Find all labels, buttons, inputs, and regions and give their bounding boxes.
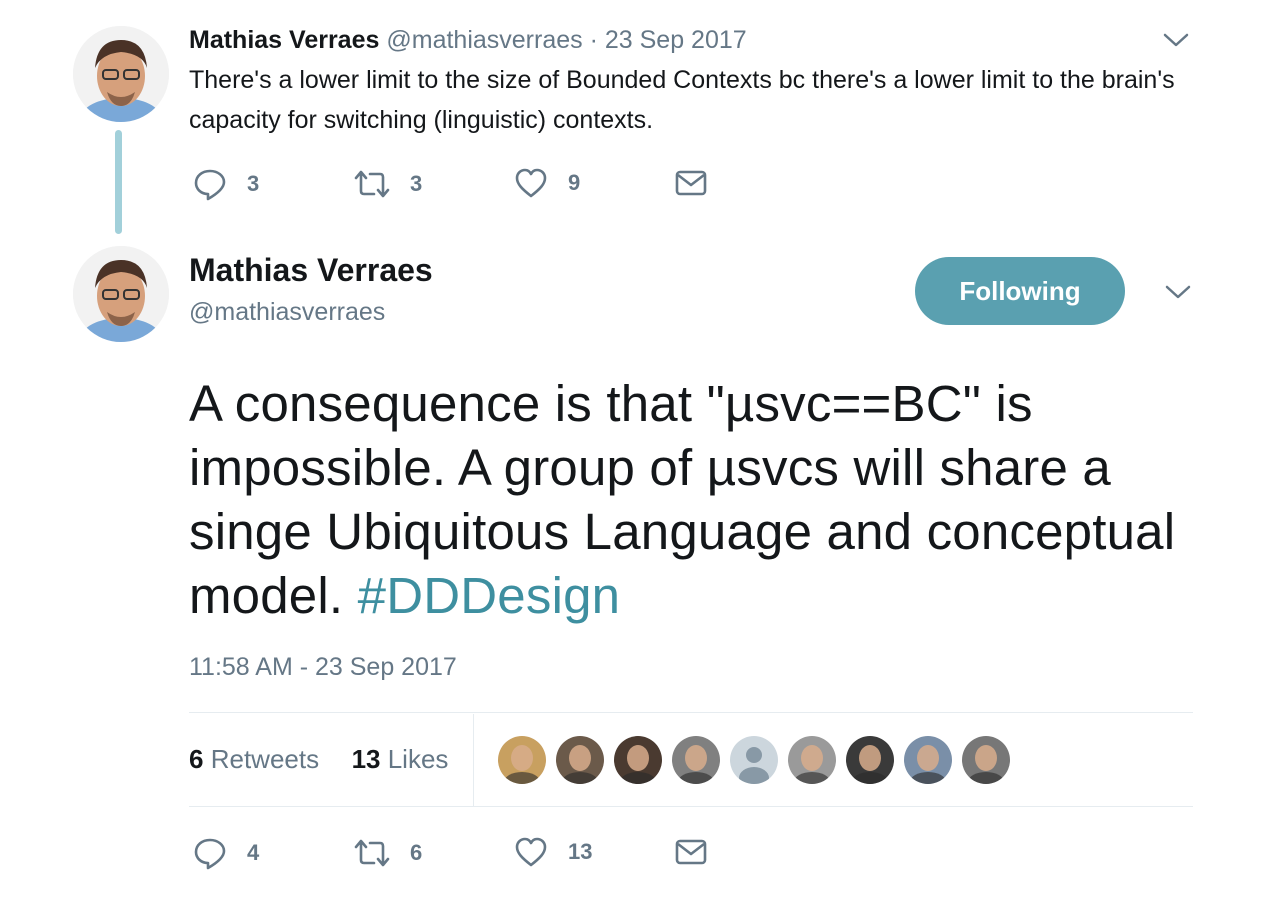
divider	[189, 806, 1193, 807]
avatar-image	[788, 736, 836, 784]
tweet-retweet-action[interactable]: 6	[354, 836, 422, 870]
reply-icon	[194, 169, 226, 201]
retweets-count: 6	[189, 744, 204, 774]
avatar-image	[846, 736, 894, 784]
tweet-reply-action[interactable]: 4	[193, 836, 259, 870]
avatar-image	[498, 736, 546, 784]
reply-more-menu[interactable]	[1163, 32, 1189, 53]
liker-avatar[interactable]	[614, 736, 662, 784]
retweet-icon	[354, 170, 390, 198]
reply-date[interactable]: 23 Sep 2017	[605, 26, 747, 54]
likes-label: Likes	[387, 744, 449, 774]
reply-icon	[194, 838, 226, 870]
hashtag-link[interactable]: #DDDesign	[358, 567, 621, 624]
tweet-author-name[interactable]: Mathias Verraes	[189, 252, 433, 289]
tweet-like-count: 13	[568, 839, 593, 864]
likes-stat[interactable]: 13 Likes	[352, 744, 449, 774]
tweet-dm-action[interactable]	[675, 838, 707, 866]
envelope-icon	[675, 170, 707, 196]
tweet-body: A consequence is that "µsvc==BC" is impo…	[189, 375, 1176, 624]
reply-author-avatar[interactable]	[73, 26, 169, 122]
tweet-retweet-count: 6	[410, 840, 423, 865]
reply-author-name[interactable]: Mathias Verraes	[189, 26, 379, 54]
chevron-down-icon	[1165, 285, 1191, 299]
liker-avatar[interactable]	[962, 736, 1010, 784]
tweet-author-handle[interactable]: @mathiasverraes	[189, 298, 385, 327]
heart-icon	[515, 837, 547, 867]
reply-header: Mathias Verraes @mathiasverraes · 23 Sep…	[189, 26, 747, 55]
stats-separator	[473, 714, 474, 806]
liker-avatar[interactable]	[556, 736, 604, 784]
tweet-author-avatar[interactable]	[73, 246, 169, 342]
liker-avatar[interactable]	[498, 736, 546, 784]
heart-icon	[515, 168, 547, 198]
retweets-stat[interactable]: 6 Retweets	[189, 744, 319, 774]
avatar-image	[614, 736, 662, 784]
avatar-image	[73, 246, 169, 342]
avatar-image	[904, 736, 952, 784]
divider	[189, 712, 1193, 713]
tweet-more-menu[interactable]	[1165, 284, 1191, 305]
tweet-timestamp[interactable]: 11:58 AM - 23 Sep 2017	[189, 653, 457, 682]
reply-retweet-count: 3	[410, 171, 423, 196]
liker-avatar[interactable]	[788, 736, 836, 784]
liker-avatar[interactable]	[672, 736, 720, 784]
avatar-image	[73, 26, 169, 122]
tweet-stats: 6 Retweets 13 Likes	[189, 744, 448, 775]
envelope-icon	[675, 839, 707, 865]
retweets-label: Retweets	[210, 744, 320, 774]
chevron-down-icon	[1163, 33, 1189, 47]
thread-connector-line	[115, 130, 122, 234]
reply-author-handle[interactable]: @mathiasverraes	[386, 26, 582, 54]
avatar-image	[962, 736, 1010, 784]
liker-avatar[interactable]	[904, 736, 952, 784]
retweet-icon	[354, 839, 390, 867]
avatar-image	[672, 736, 720, 784]
reply-like-count: 9	[568, 170, 581, 195]
tweet-like-action[interactable]: 13	[514, 836, 592, 868]
tweet-text: A consequence is that "µsvc==BC" is impo…	[189, 372, 1229, 628]
tweet-reply-count: 4	[247, 840, 260, 865]
liker-avatar[interactable]	[846, 736, 894, 784]
reply-text: There's a lower limit to the size of Bou…	[189, 66, 1175, 134]
reply-dm-action[interactable]	[675, 169, 707, 197]
reply-reply-count: 3	[247, 171, 260, 196]
following-button[interactable]: Following	[915, 257, 1125, 325]
reply-retweet-action[interactable]: 3	[354, 167, 422, 201]
reply-like-action[interactable]: 9	[514, 167, 580, 199]
liker-avatar[interactable]	[730, 736, 778, 784]
reply-reply-action[interactable]: 3	[193, 167, 259, 201]
avatar-image	[556, 736, 604, 784]
likes-count: 13	[351, 744, 381, 774]
default-avatar-icon	[730, 736, 778, 784]
reply-date-separator: ·	[589, 26, 598, 54]
